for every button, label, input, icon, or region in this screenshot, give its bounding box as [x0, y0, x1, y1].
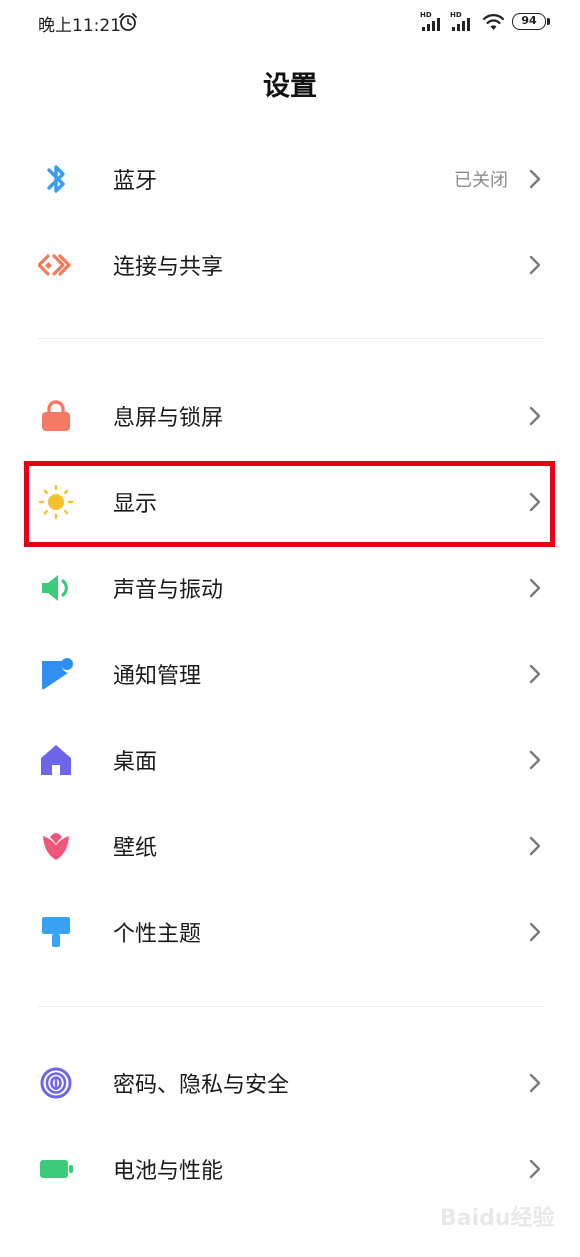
settings-item-home-screen[interactable]: 桌面	[0, 717, 580, 803]
bluetooth-status-value: 已关闭	[454, 170, 508, 191]
settings-item-label: 电池与性能	[113, 1159, 224, 1184]
battery-indicator: 94	[512, 13, 546, 30]
settings-item-label: 壁纸	[113, 836, 158, 861]
settings-item-bluetooth[interactable]: 蓝牙 已关闭	[0, 136, 580, 222]
cellular-signal-icon-1: HD	[420, 11, 440, 31]
section-divider	[38, 338, 543, 339]
hd-label-2: HD	[450, 11, 462, 19]
chevron-right-icon	[529, 255, 541, 275]
settings-item-label: 蓝牙	[113, 169, 158, 194]
settings-item-notifications[interactable]: 通知管理	[0, 631, 580, 717]
chevron-right-icon	[529, 836, 541, 856]
settings-item-themes[interactable]: 个性主题	[0, 889, 580, 975]
brush-icon	[42, 917, 70, 947]
cellular-signal-icon-2: HD	[450, 11, 470, 31]
page-title: 设置	[263, 71, 317, 102]
lock-icon	[42, 400, 70, 431]
home-icon	[41, 745, 71, 775]
speaker-icon	[42, 575, 68, 601]
chevron-right-icon	[529, 922, 541, 942]
settings-item-wallpaper[interactable]: 壁纸	[0, 803, 580, 889]
section-divider	[38, 1006, 543, 1007]
alarm-clock-icon	[119, 13, 137, 31]
status-bar: 晚上11:21 HD HD 94	[0, 0, 580, 46]
tulip-icon	[43, 833, 69, 860]
chevron-right-icon	[529, 1073, 541, 1093]
chevron-right-icon	[529, 664, 541, 684]
chevron-right-icon	[529, 1159, 541, 1179]
settings-item-label: 桌面	[113, 750, 158, 775]
settings-item-sound[interactable]: 声音与振动	[0, 545, 580, 631]
settings-item-lock-screen[interactable]: 息屏与锁屏	[0, 373, 580, 459]
settings-item-label: 通知管理	[113, 664, 202, 689]
chevron-right-icon	[529, 169, 541, 189]
highlight-annotation-box	[24, 461, 555, 547]
settings-item-label: 个性主题	[113, 922, 202, 947]
watermark-text: Baidu经验	[440, 1206, 555, 1231]
battery-icon	[40, 1160, 73, 1178]
settings-item-connection-share[interactable]: 连接与共享	[0, 222, 580, 308]
settings-item-label: 连接与共享	[113, 255, 224, 280]
settings-item-label: 密码、隐私与安全	[113, 1073, 290, 1098]
settings-item-privacy-security[interactable]: 密码、隐私与安全	[0, 1040, 580, 1126]
chevron-right-icon	[529, 406, 541, 426]
notification-icon	[42, 658, 73, 690]
wifi-icon	[482, 14, 505, 30]
settings-item-label: 息屏与锁屏	[113, 406, 224, 431]
hd-label-1: HD	[420, 11, 432, 19]
chevron-right-icon	[529, 750, 541, 770]
bluetooth-icon	[47, 165, 65, 193]
settings-item-label: 声音与振动	[113, 578, 224, 603]
status-time: 晚上11:21	[38, 16, 121, 36]
chevron-right-icon	[529, 578, 541, 598]
fingerprint-icon	[40, 1067, 72, 1099]
connection-share-icon	[38, 254, 71, 276]
battery-tip	[547, 18, 550, 25]
